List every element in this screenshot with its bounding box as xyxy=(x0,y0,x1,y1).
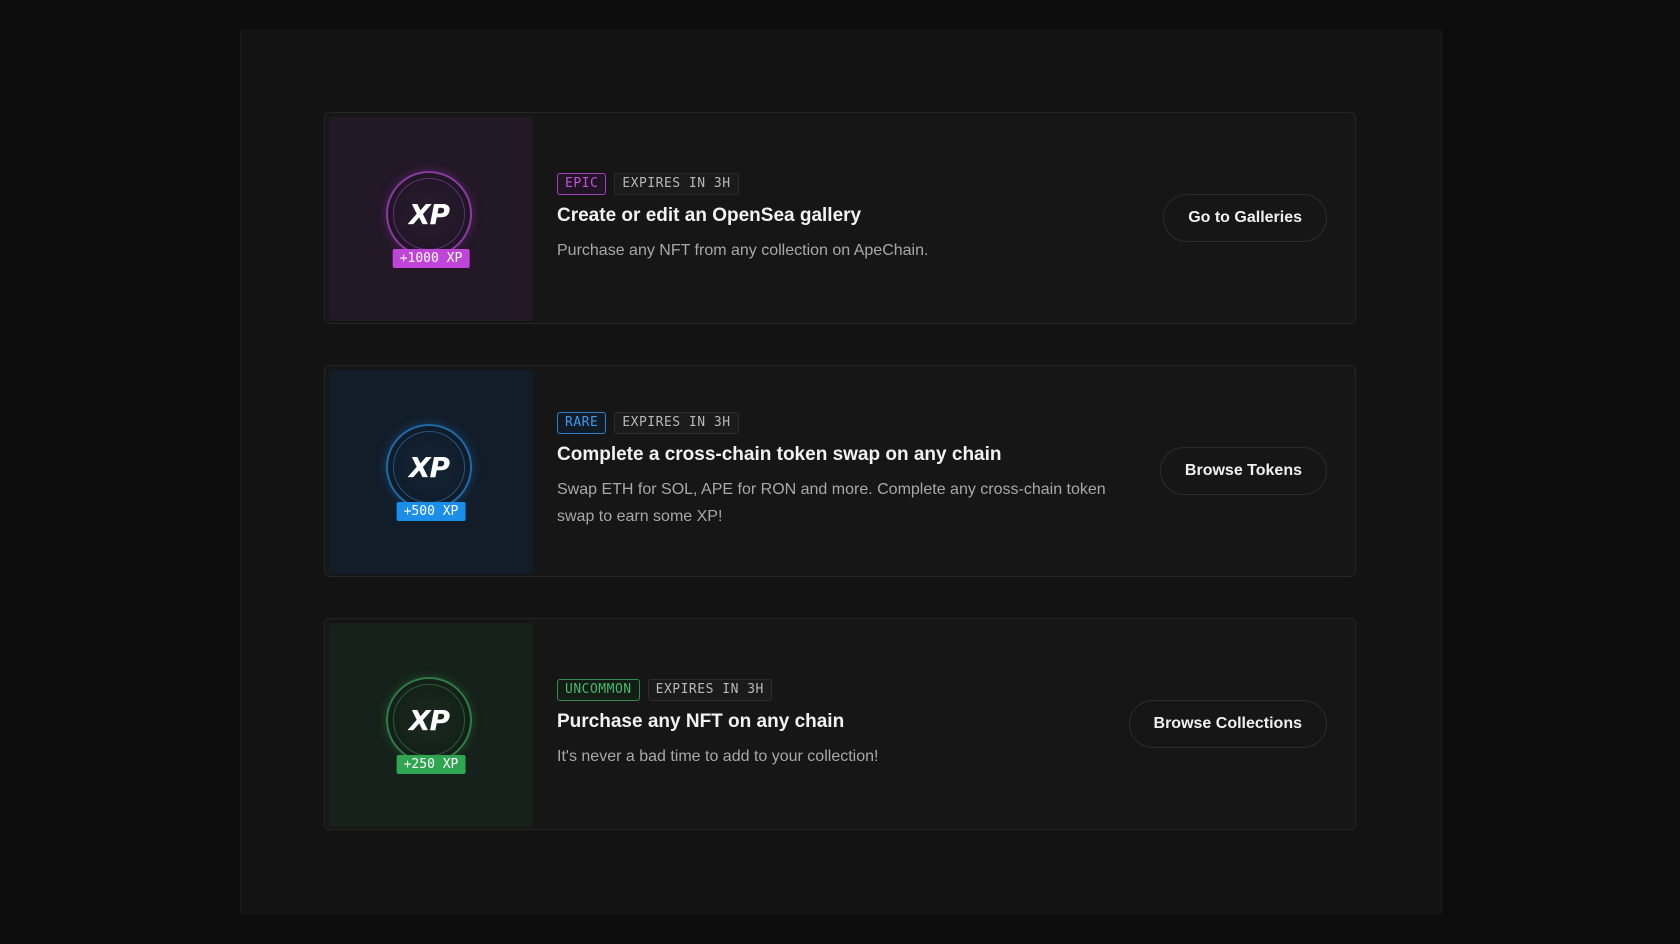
quest-tags: EPIC EXPIRES IN 3H xyxy=(557,172,928,195)
quest-content: RARE EXPIRES IN 3H Complete a cross-chai… xyxy=(557,366,1117,576)
quest-title: Purchase any NFT on any chain xyxy=(557,710,845,732)
browse-collections-button[interactable]: Browse Collections xyxy=(1128,700,1327,748)
quest-content: UNCOMMON EXPIRES IN 3H Purchase any NFT … xyxy=(557,619,878,829)
xp-coin-ring: XP xyxy=(393,684,465,756)
xp-reward-badge: +1000 XP xyxy=(392,249,470,268)
quest-title: Complete a cross-chain token swap on any… xyxy=(557,444,1002,465)
xp-coin-label: XP xyxy=(408,703,450,737)
xp-coin-icon: XP xyxy=(386,424,472,510)
quest-description: Swap ETH for SOL, APE for RON and more. … xyxy=(557,481,1106,525)
go-to-galleries-button[interactable]: Go to Galleries xyxy=(1163,194,1327,242)
quest-description: Purchase any NFT from any collection on … xyxy=(557,241,929,259)
xp-coin-label: XP xyxy=(408,450,450,484)
expiry-badge: EXPIRES IN 3H xyxy=(614,412,739,434)
xp-coin-icon: XP xyxy=(386,677,472,763)
xp-coin-ring: XP xyxy=(393,178,465,250)
xp-coin-ring: XP xyxy=(393,431,465,503)
quest-card-rare: XP +500 XP RARE EXPIRES IN 3H Complete a… xyxy=(324,365,1356,577)
rarity-badge: EPIC xyxy=(557,172,607,195)
quest-card-epic: XP +1000 XP EPIC EXPIRES IN 3H Create or… xyxy=(324,112,1356,324)
quest-description: It's never a bad time to add to your col… xyxy=(557,747,879,765)
xp-reward-badge: +500 XP xyxy=(396,502,466,521)
quest-card-uncommon: XP +250 XP UNCOMMON EXPIRES IN 3H Purcha… xyxy=(324,618,1356,830)
quest-tags: UNCOMMON EXPIRES IN 3H xyxy=(557,678,878,701)
browse-tokens-button[interactable]: Browse Tokens xyxy=(1159,447,1327,495)
quest-thumbnail: XP +500 XP xyxy=(329,370,533,574)
quest-thumbnail: XP +1000 XP xyxy=(329,117,533,321)
expiry-badge: EXPIRES IN 3H xyxy=(614,172,739,195)
quest-thumbnail: XP +250 XP xyxy=(329,623,533,827)
rarity-badge: RARE xyxy=(557,412,607,434)
xp-reward-badge: +250 XP xyxy=(396,755,466,774)
xp-coin-label: XP xyxy=(408,197,450,231)
quest-tags: RARE EXPIRES IN 3H xyxy=(557,412,1117,434)
quest-content: EPIC EXPIRES IN 3H Create or edit an Ope… xyxy=(557,113,928,323)
rarity-badge: UNCOMMON xyxy=(557,678,640,701)
quest-title: Create or edit an OpenSea gallery xyxy=(557,204,862,226)
expiry-badge: EXPIRES IN 3H xyxy=(647,678,772,701)
xp-coin-icon: XP xyxy=(386,171,472,257)
